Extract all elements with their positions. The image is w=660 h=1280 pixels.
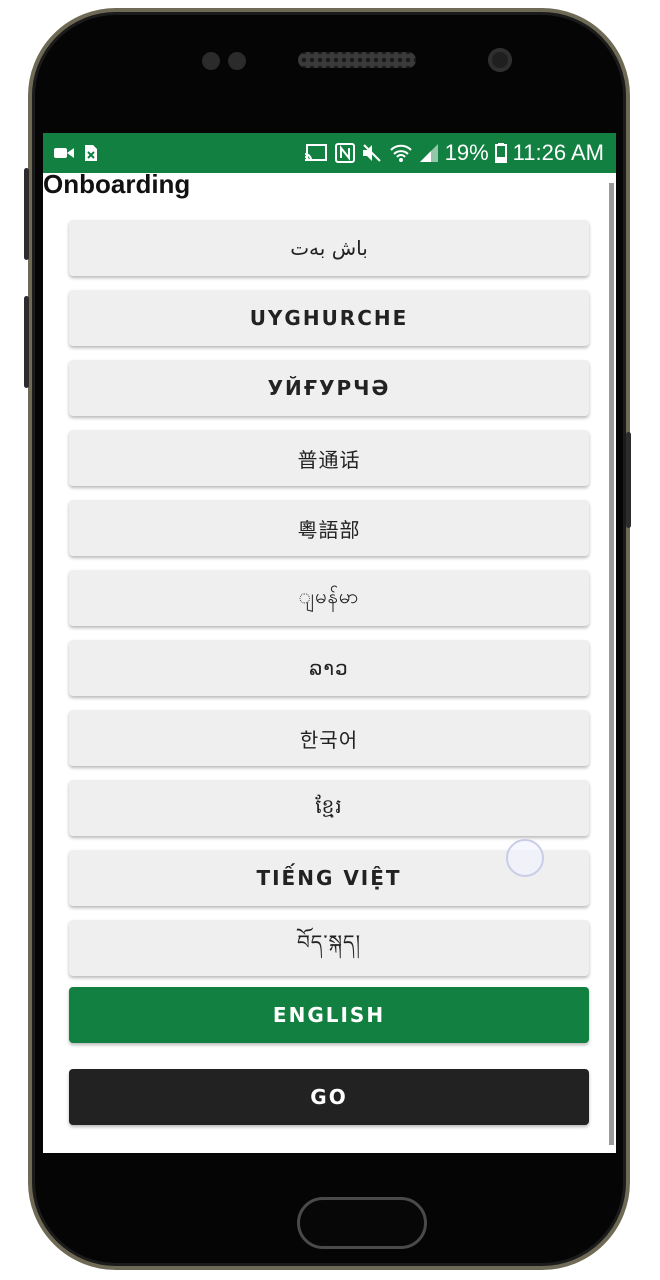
battery-icon <box>494 143 507 163</box>
front-camera <box>488 48 512 72</box>
status-bar: 19% 11:26 AM <box>43 133 616 173</box>
scrollbar[interactable] <box>609 183 614 1145</box>
wifi-icon <box>389 144 412 162</box>
mute-icon <box>362 144 381 162</box>
language-button-uyghur-arabic[interactable]: باش بەت <box>69 220 589 276</box>
language-button-uyghur-cyrillic[interactable]: УЙҒУРЧӘ <box>69 360 589 416</box>
power-button[interactable] <box>626 432 631 528</box>
earpiece-speaker <box>298 52 416 68</box>
volume-down-button[interactable] <box>24 296 29 388</box>
language-button-mandarin[interactable]: 普通话 <box>69 430 589 486</box>
sim-error-icon <box>85 145 97 161</box>
language-button-uyghur-latin[interactable]: UYGHURCHE <box>69 290 589 346</box>
cast-icon <box>304 144 327 161</box>
page-title: Onboarding <box>43 169 191 199</box>
clock: 11:26 AM <box>512 140 604 165</box>
screen: 19% 11:26 AM Onboarding باش بەت UYGHURCH… <box>43 133 616 1153</box>
volume-up-button[interactable] <box>24 168 29 260</box>
touch-indicator <box>506 839 544 877</box>
battery-percent: 19% <box>444 140 489 165</box>
language-button-burmese[interactable]: ျမန်မာ <box>69 570 589 626</box>
language-button-korean[interactable]: 한국어 <box>69 710 589 766</box>
language-button-cantonese[interactable]: 粵語部 <box>69 500 589 556</box>
signal-icon <box>419 144 438 162</box>
language-button-khmer[interactable]: ខ្មែរ <box>69 780 589 836</box>
video-camera-icon <box>54 148 74 158</box>
go-button[interactable]: GO <box>69 1069 589 1125</box>
proximity-sensor <box>202 52 220 70</box>
light-sensor <box>228 52 246 70</box>
english-button[interactable]: ENGLISH <box>69 987 589 1043</box>
home-button[interactable] <box>297 1197 427 1249</box>
language-button-tibetan[interactable]: བོད་སྐད། <box>69 920 589 976</box>
language-button-lao[interactable]: ລາວ <box>69 640 589 696</box>
nfc-icon <box>334 143 355 163</box>
